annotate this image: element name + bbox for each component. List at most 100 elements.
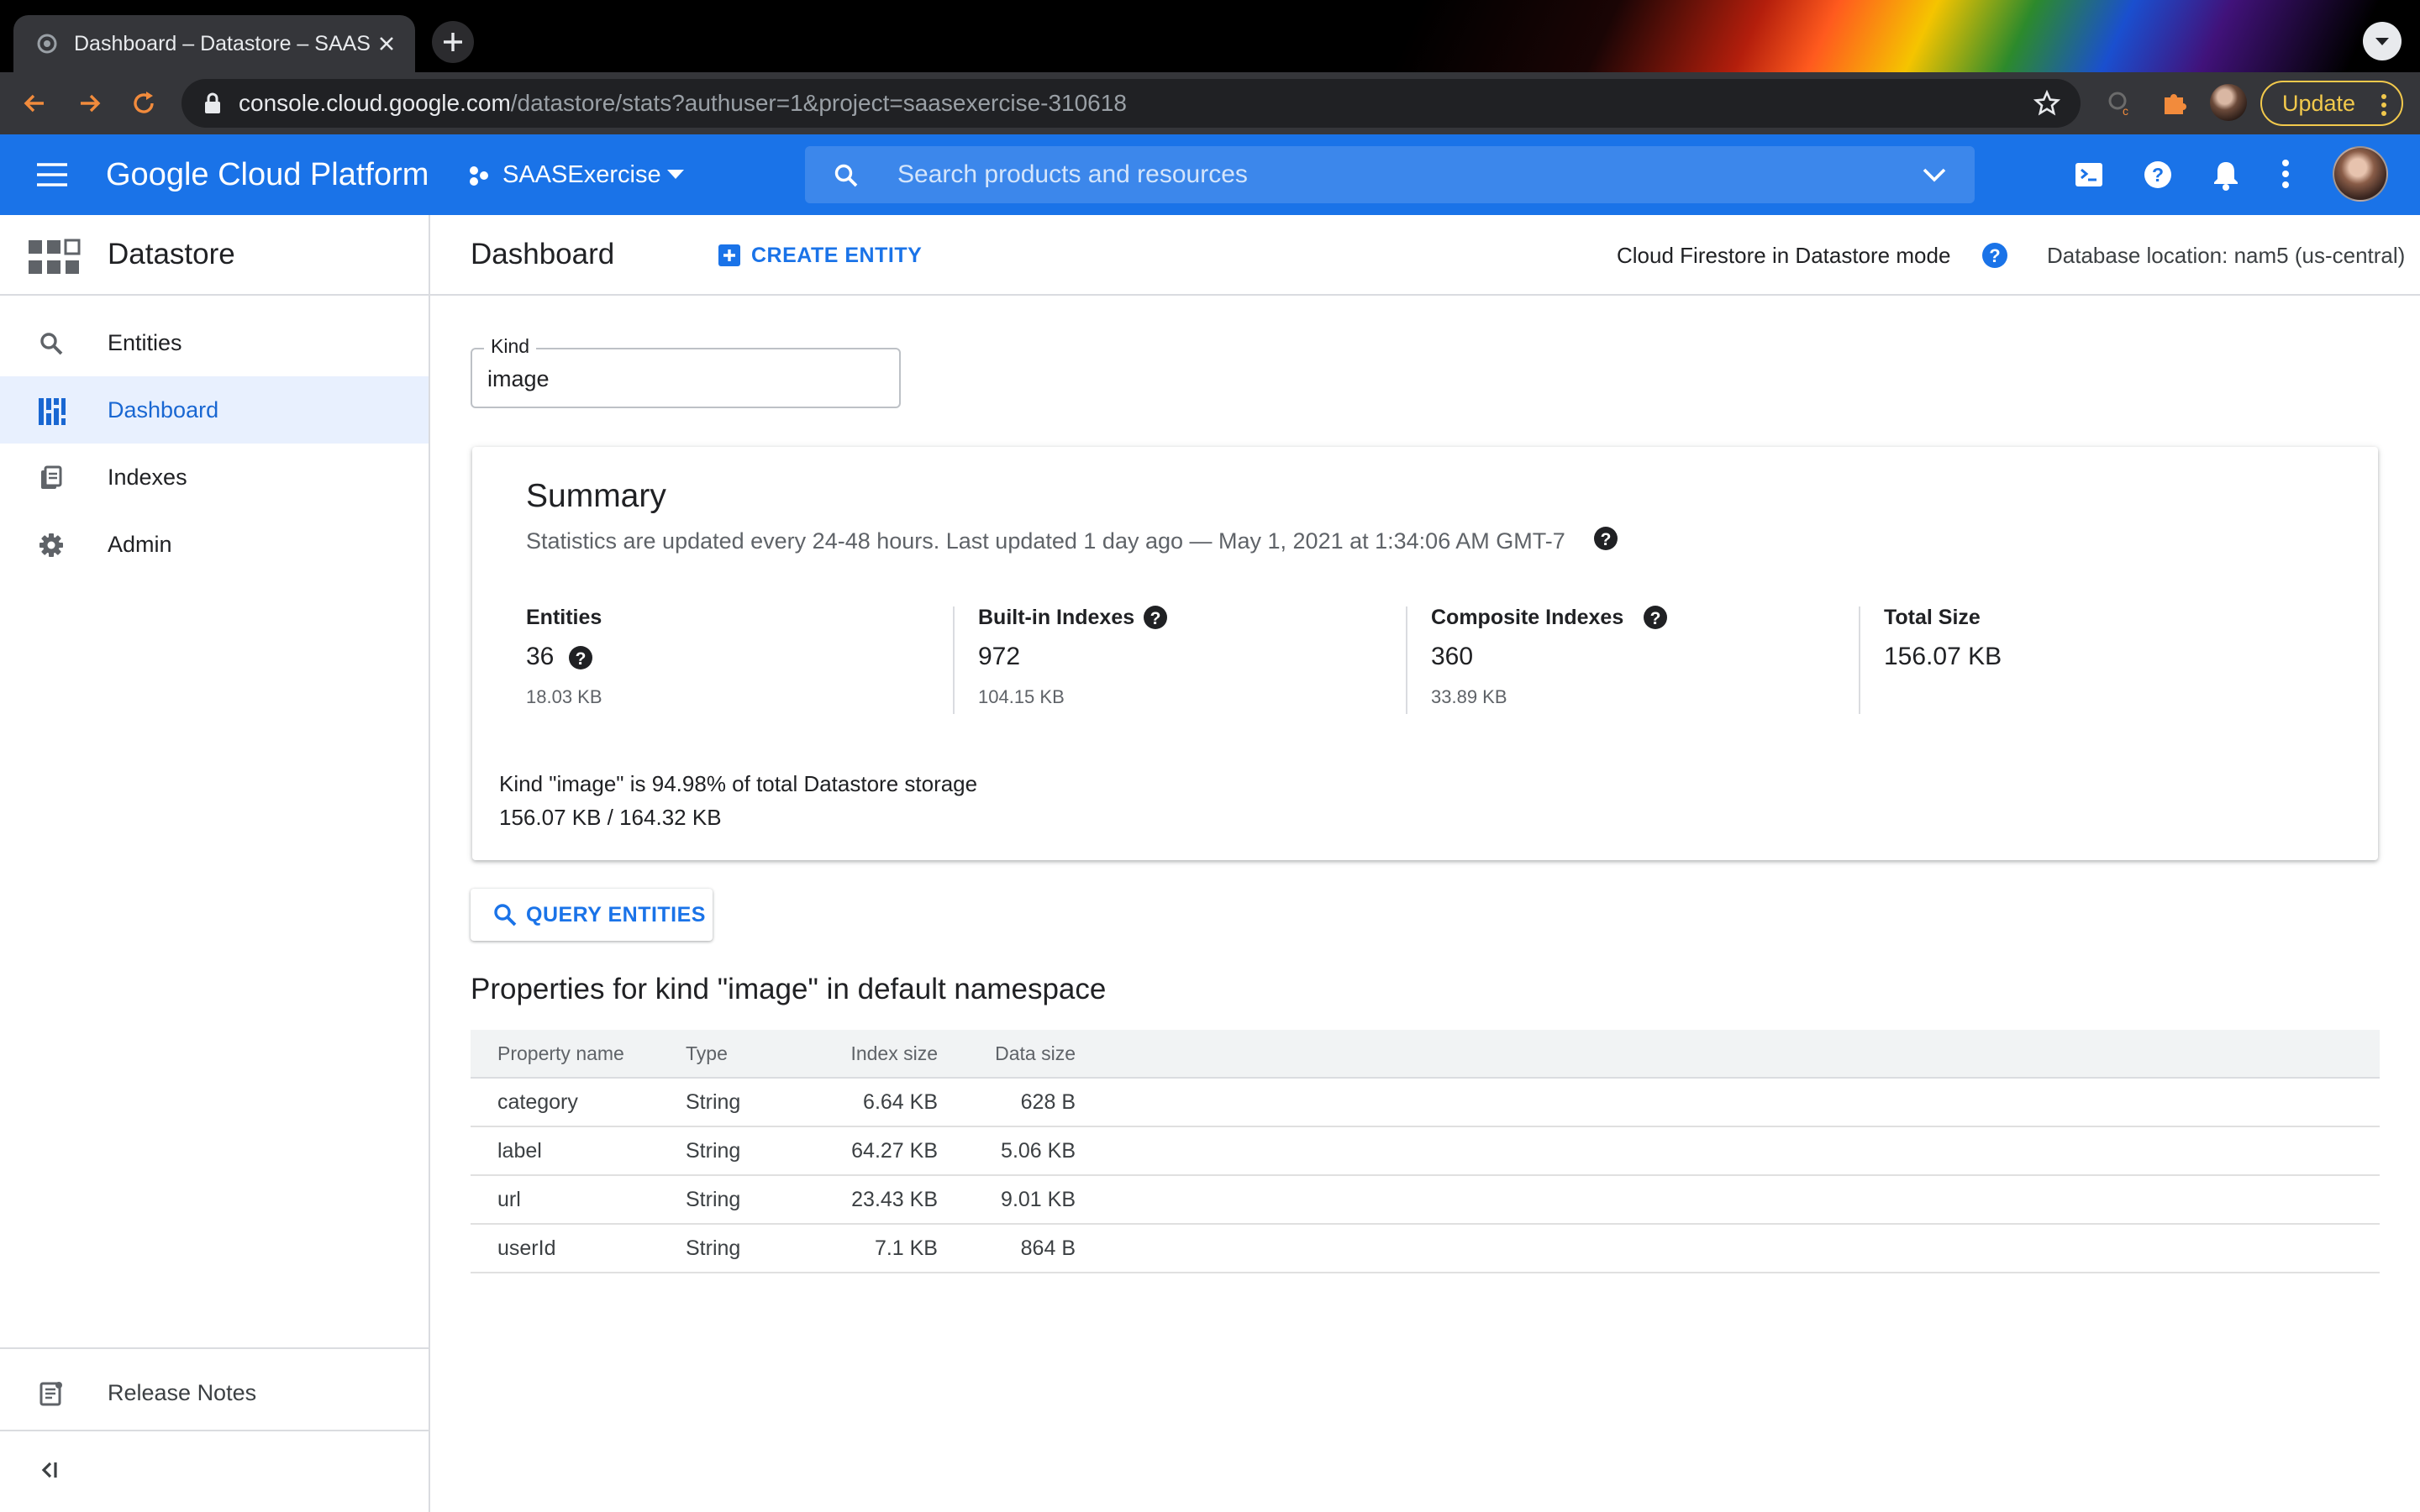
kind-label: Kind [484, 334, 537, 358]
cell-type: String [686, 1188, 741, 1211]
sidebar-item-indexes[interactable]: Indexes [0, 444, 429, 511]
column-header-data-size[interactable]: Data size [938, 1030, 1076, 1077]
table-header-row: Property name Type Index size Data size [471, 1030, 2380, 1079]
svg-text:?: ? [1989, 245, 2000, 266]
more-vert-icon[interactable] [2281, 159, 2291, 189]
bookmark-star-icon[interactable] [2033, 90, 2060, 117]
puzzle-icon[interactable] [2160, 89, 2188, 118]
sidebar-item-admin[interactable]: Admin [0, 511, 429, 578]
datastore-product-icon [27, 239, 81, 276]
address-bar[interactable]: console.cloud.google.com/datastore/stats… [182, 79, 2081, 128]
query-entities-label: QUERY ENTITIES [526, 903, 706, 927]
product-header: Datastore [0, 215, 429, 296]
column-header-type[interactable]: Type [686, 1030, 728, 1077]
stat-value: 972 [978, 643, 1021, 670]
table-row: url String 23.43 KB 9.01 KB [471, 1176, 2380, 1225]
cell-data-size: 864 B [1020, 1236, 1076, 1260]
search-icon [834, 163, 859, 188]
svg-text:?: ? [2152, 164, 2164, 186]
stat-value: 36 [526, 643, 555, 670]
browser-toolbar: console.cloud.google.com/datastore/stats… [0, 72, 2420, 134]
sidebar-item-release-notes[interactable]: Release Notes [0, 1356, 429, 1430]
close-icon[interactable] [375, 32, 398, 55]
chevron-down-icon[interactable] [1921, 165, 1948, 185]
cell-property-name: url [497, 1188, 521, 1211]
cell-data-size: 5.06 KB [1001, 1139, 1076, 1163]
help-icon[interactable]: ? [1593, 526, 1618, 551]
summary-card: Summary Statistics are updated every 24-… [472, 447, 2378, 860]
notifications-bell-icon[interactable] [2212, 159, 2240, 191]
browser-tab-strip: Dashboard – Datastore – SAAS [0, 0, 2420, 72]
stat-value: 156.07 KB [1884, 643, 2002, 670]
gcp-logo-title[interactable]: Google Cloud Platform [106, 134, 429, 215]
sidebar-item-label: Dashboard [108, 397, 219, 423]
browser-profile-avatar[interactable] [2210, 84, 2247, 121]
gcp-favicon-icon [35, 32, 59, 55]
help-icon[interactable]: ? [568, 645, 593, 670]
stat-size: 104.15 KB [978, 686, 1065, 707]
left-navigation: Datastore Entities Dashboard Indexes Adm… [0, 215, 430, 1512]
indexes-icon [39, 465, 64, 491]
column-header-property-name[interactable]: Property name [497, 1030, 624, 1077]
kind-select[interactable]: Kind image [471, 334, 901, 408]
query-entities-button[interactable]: QUERY ENTITIES [471, 889, 713, 941]
tab-search-icon[interactable] [2363, 22, 2402, 60]
sidebar-item-label: Release Notes [108, 1380, 257, 1405]
table-row: userId String 7.1 KB 864 B [471, 1225, 2380, 1273]
table-row: label String 64.27 KB 5.06 KB [471, 1127, 2380, 1176]
database-location-text: Database location: nam5 (us-central) [2047, 243, 2406, 268]
product-title: Datastore [108, 238, 235, 270]
tab-title: Dashboard – Datastore – SAAS [74, 32, 371, 55]
svg-text:?: ? [1650, 609, 1661, 628]
divider [953, 606, 955, 714]
page-title: Dashboard [471, 238, 615, 270]
hamburger-menu-icon[interactable] [35, 161, 69, 188]
database-mode-text: Cloud Firestore in Datastore mode [1617, 243, 1951, 268]
collapse-nav-icon[interactable] [39, 1460, 62, 1480]
sidebar-item-entities[interactable]: Entities [0, 309, 429, 376]
help-icon[interactable]: ? [1643, 605, 1668, 630]
back-arrow-icon[interactable] [18, 87, 50, 119]
sidebar-item-dashboard[interactable]: Dashboard [0, 376, 429, 444]
search-input[interactable] [897, 146, 1822, 203]
update-label: Update [2282, 91, 2356, 116]
storage-ratio-text: 156.07 KB / 164.32 KB [499, 805, 722, 830]
reload-icon[interactable] [128, 87, 160, 119]
svg-text:?: ? [1601, 530, 1612, 549]
browser-tab[interactable]: Dashboard – Datastore – SAAS [13, 15, 415, 72]
more-vert-icon [2380, 93, 2388, 117]
project-name: SAASExercise [502, 161, 661, 188]
cloud-shell-icon[interactable] [2074, 160, 2104, 190]
account-avatar[interactable] [2333, 146, 2388, 202]
url-path: /datastore/stats?authuser=1&project=saas… [510, 90, 1127, 116]
new-tab-button[interactable] [432, 21, 474, 63]
help-icon[interactable]: ? [1981, 242, 2008, 269]
stat-label: Total Size [1884, 606, 1981, 629]
cell-data-size: 9.01 KB [1001, 1188, 1076, 1211]
column-header-index-size[interactable]: Index size [797, 1030, 938, 1077]
divider [1859, 606, 1860, 714]
cell-type: String [686, 1090, 741, 1114]
stat-size: 18.03 KB [526, 686, 602, 707]
summary-title: Summary [526, 478, 666, 514]
divider [0, 1430, 429, 1431]
properties-heading: Properties for kind "image" in default n… [471, 973, 1107, 1005]
release-notes-icon [39, 1381, 64, 1406]
stat-total-size: Total Size 156.07 KB [1884, 605, 2336, 714]
extension-icon[interactable]: c [2106, 89, 2134, 118]
add-box-icon [718, 244, 741, 267]
gcp-top-bar: Google Cloud Platform SAASExercise ? [0, 134, 2420, 215]
svg-text:?: ? [576, 649, 587, 669]
summary-subtitle: Statistics are updated every 24-48 hours… [526, 528, 1565, 554]
search-bar[interactable] [805, 146, 1975, 203]
help-icon[interactable]: ? [2143, 160, 2173, 190]
update-button[interactable]: Update [2260, 81, 2403, 126]
forward-arrow-icon[interactable] [74, 87, 106, 119]
cell-index-size: 23.43 KB [851, 1188, 938, 1211]
search-icon [39, 331, 64, 356]
cell-type: String [686, 1236, 741, 1260]
sidebar-item-label: Entities [108, 330, 182, 355]
svg-text:c: c [2123, 104, 2128, 118]
help-icon[interactable]: ? [1143, 605, 1168, 630]
table-row: category String 6.64 KB 628 B [471, 1079, 2380, 1127]
